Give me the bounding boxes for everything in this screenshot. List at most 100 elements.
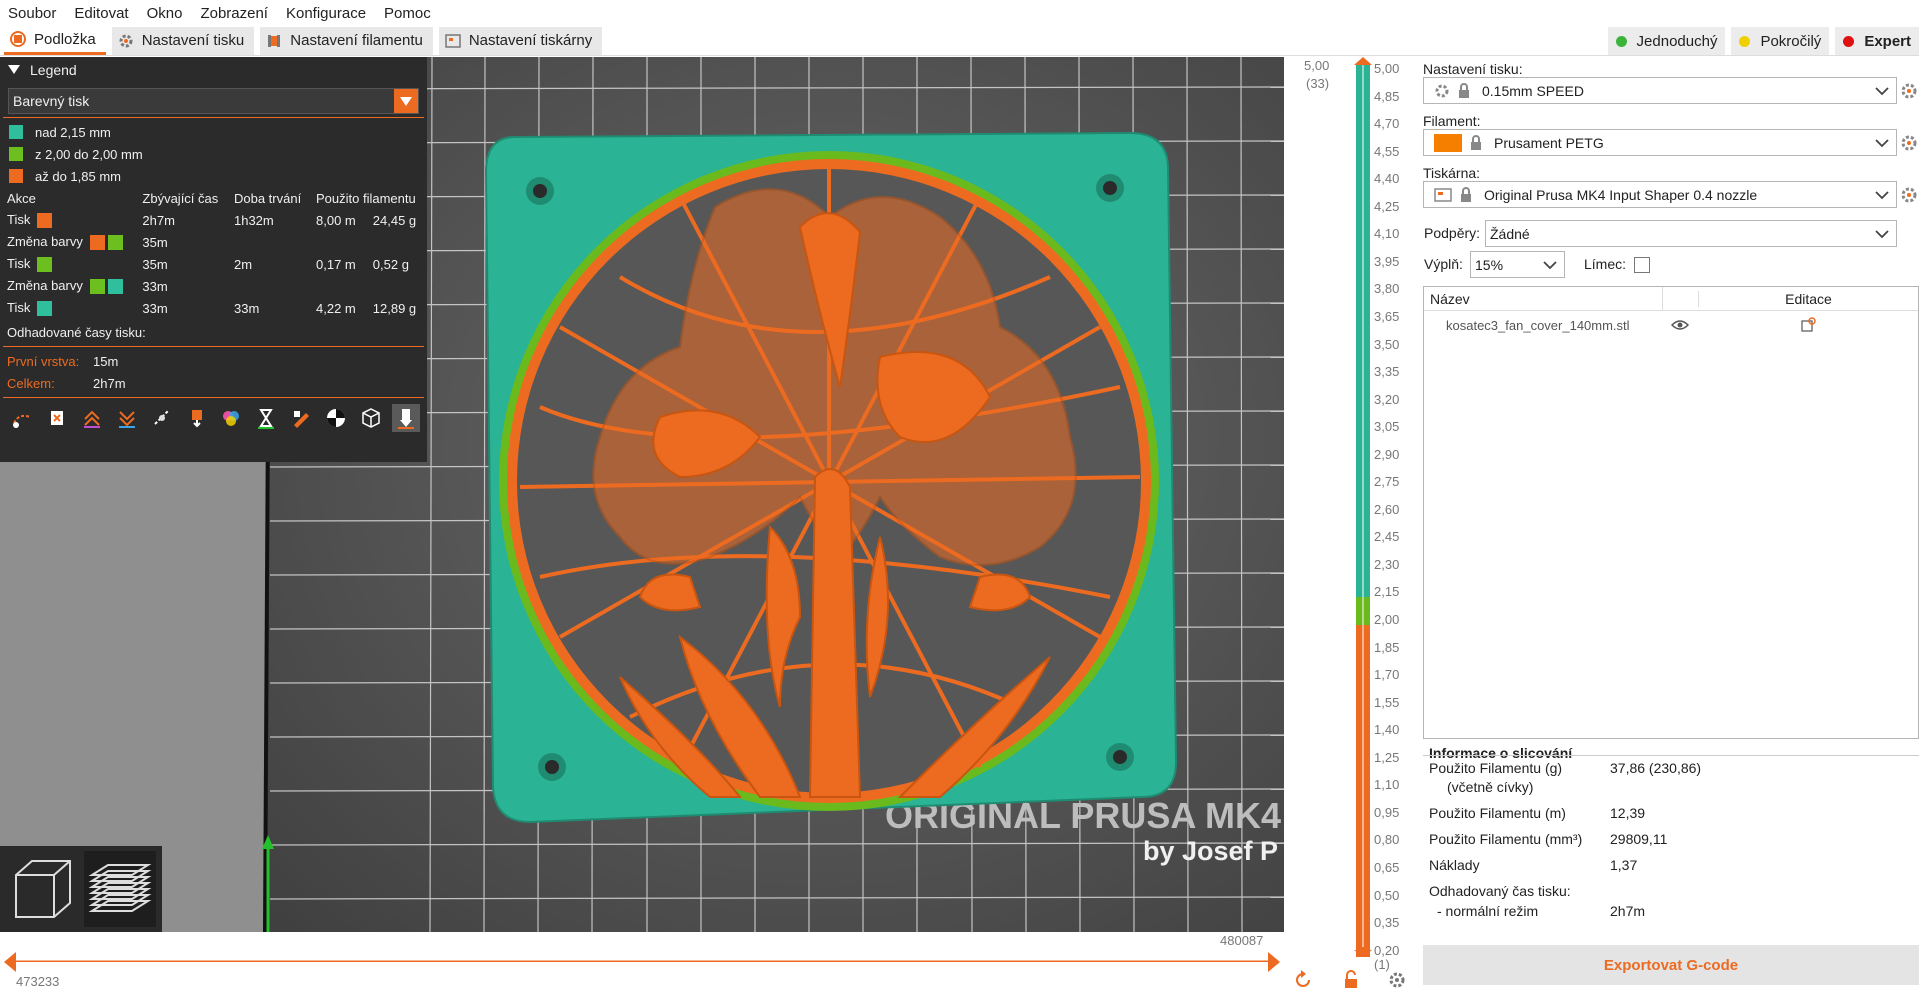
- edit-object-icon[interactable]: [1698, 317, 1918, 333]
- menu-pomoc[interactable]: Pomoc: [384, 5, 431, 22]
- table-row: Tisk 35m 2m 0,17 m 0,52 g: [0, 253, 427, 275]
- cube-icon: [15, 860, 71, 918]
- layer-tick-label: 3,50: [1374, 336, 1400, 352]
- menu-konfigurace[interactable]: Konfigurace: [286, 5, 366, 22]
- menu-editovat[interactable]: Editovat: [74, 5, 128, 22]
- reset-arrow-icon[interactable]: [1292, 969, 1314, 991]
- layer-tick-label: 1,70: [1374, 667, 1400, 683]
- print-settings-gear-icon: [118, 33, 134, 49]
- tool-changes-icon[interactable]: [183, 404, 211, 432]
- filament-preset-select[interactable]: Prusament PETG: [1423, 129, 1897, 156]
- mode-label: Pokročilý: [1760, 32, 1822, 50]
- pause-prints-icon[interactable]: [252, 404, 280, 432]
- first-layer-value: 15m: [93, 353, 119, 369]
- shells-icon[interactable]: [357, 404, 385, 432]
- table-row: Změna barvy 35m: [0, 231, 427, 253]
- print-settings-gear-icon[interactable]: [1900, 82, 1918, 100]
- info-label: Použito Filamentu (g): [1429, 760, 1563, 776]
- action-label: Tisk: [7, 255, 31, 271]
- slice-info-title: Informace o slicování: [1429, 745, 1573, 761]
- layer-tick-label: 0,95: [1374, 804, 1400, 820]
- layer-tick-label: 3,65: [1374, 308, 1400, 324]
- infill-select[interactable]: 15%: [1470, 251, 1565, 278]
- filament-settings-gear-icon[interactable]: [1900, 134, 1918, 152]
- tab-print-settings[interactable]: Nastavení tisku: [111, 26, 255, 55]
- fan-cover-model[interactable]: [484, 131, 1178, 824]
- center-of-gravity-icon[interactable]: [322, 404, 350, 432]
- lock-icon[interactable]: [1340, 969, 1362, 991]
- preview-layers-button[interactable]: [84, 851, 156, 927]
- mode-expert-button[interactable]: Expert: [1835, 27, 1919, 55]
- printer-preset-select[interactable]: Original Prusa MK4 Input Shaper 0.4 nozz…: [1423, 181, 1897, 208]
- tab-filament-settings[interactable]: Nastavení filamentu: [260, 26, 433, 55]
- layer-tick-label: 2,45: [1374, 529, 1400, 545]
- table-cell: 35m: [142, 234, 168, 250]
- range-label: nad 2,15 mm: [35, 124, 111, 140]
- chevron-down-icon: [1872, 133, 1892, 153]
- seams-icon[interactable]: [148, 404, 176, 432]
- custom-gcodes-icon[interactable]: [287, 404, 315, 432]
- menu-zobrazeni[interactable]: Zobrazení: [200, 5, 268, 22]
- action-label: Tisk: [7, 299, 31, 315]
- chevron-down-icon: [1872, 81, 1892, 101]
- mode-simple-button[interactable]: Jednoduchý: [1607, 27, 1726, 55]
- color-swatch: [89, 279, 105, 295]
- layer-tick-label: 2,60: [1374, 501, 1400, 517]
- legend-header[interactable]: Legend: [0, 57, 427, 82]
- color-changes-icon[interactable]: [218, 404, 246, 432]
- col-header: Zbývající čas: [142, 190, 219, 206]
- table-cell: Změna barvy: [0, 231, 135, 253]
- brim-checkbox[interactable]: [1634, 257, 1650, 273]
- mode-advanced-button[interactable]: Pokročilý: [1731, 27, 1830, 55]
- table-cell: [366, 275, 427, 297]
- tab-plater[interactable]: Podložka: [4, 26, 106, 55]
- total-label: Celkem:: [7, 375, 55, 391]
- list-item[interactable]: kosatec3_fan_cover_140mm.stl: [1424, 311, 1918, 339]
- info-value: 37,86 (230,86): [1610, 760, 1702, 776]
- export-gcode-button[interactable]: Exportovat G-code: [1423, 945, 1919, 985]
- table-cell: 2m: [233, 256, 253, 272]
- retractions-icon[interactable]: [78, 404, 106, 432]
- filament-color-swatch[interactable]: [1434, 133, 1462, 152]
- layer-tick-label: 2,75: [1374, 474, 1400, 490]
- tab-printer-settings[interactable]: Nastavení tiskárny: [438, 26, 603, 55]
- brim-label: Límec:: [1584, 256, 1627, 272]
- vertical-layer-slider: 5,00 (33) 5,00 4,85 4,70 4,55 4,40 4,25 4,10 3,…: [1284, 57, 1414, 991]
- deretractions-icon[interactable]: [113, 404, 141, 432]
- eye-icon[interactable]: [1662, 319, 1698, 331]
- printer-settings-gear-icon[interactable]: [1900, 186, 1918, 204]
- slice-info: Informace o slicování Použito Filamentu …: [1423, 745, 1919, 935]
- top-layer-number: (33): [1306, 76, 1330, 91]
- legend-range-item: až do 1,85 mm: [0, 165, 427, 187]
- move-slider-track[interactable]: [0, 932, 1284, 962]
- 3d-view-button[interactable]: [6, 851, 78, 927]
- layer-tick-label: 4,85: [1374, 88, 1400, 104]
- supports-select[interactable]: Žádné: [1485, 220, 1897, 247]
- plater-icon: [10, 31, 26, 47]
- supports-label: Podpěry:: [1424, 225, 1481, 241]
- table-cell: 1h32m: [233, 212, 274, 228]
- menu-soubor[interactable]: Soubor: [8, 5, 56, 22]
- layer-tick-label: 2,30: [1374, 556, 1400, 572]
- tool-marker-icon[interactable]: [392, 404, 421, 432]
- view-type-value: Barevný tisk: [13, 93, 90, 109]
- layer-tick-label: 1,55: [1374, 694, 1400, 710]
- view-type-select[interactable]: Barevný tisk: [8, 88, 419, 114]
- print-preset-select[interactable]: 0.15mm SPEED: [1423, 77, 1897, 104]
- infill-label: Výplň:: [1424, 256, 1463, 272]
- action-label: Změna barvy: [7, 277, 83, 293]
- slider-right-thumb[interactable]: [1268, 952, 1282, 972]
- gear-icon: [1435, 84, 1449, 97]
- menu-okno[interactable]: Okno: [147, 5, 183, 22]
- travel-icon[interactable]: [8, 404, 36, 432]
- cog-icon[interactable]: [1386, 969, 1408, 991]
- printer-label: Tiskárna:: [1423, 165, 1481, 181]
- table-cell: 33m: [142, 300, 168, 316]
- table-cell: 4,22 m: [316, 300, 356, 316]
- slider-left-thumb[interactable]: [4, 952, 18, 972]
- tab-label: Nastavení tiskárny: [468, 32, 593, 49]
- divider: [3, 117, 424, 118]
- wipe-icon[interactable]: [43, 404, 71, 432]
- color-change-table: Akce Zbývající čas Doba trvání Použito f…: [0, 187, 427, 319]
- info-value: 2h7m: [1610, 903, 1646, 919]
